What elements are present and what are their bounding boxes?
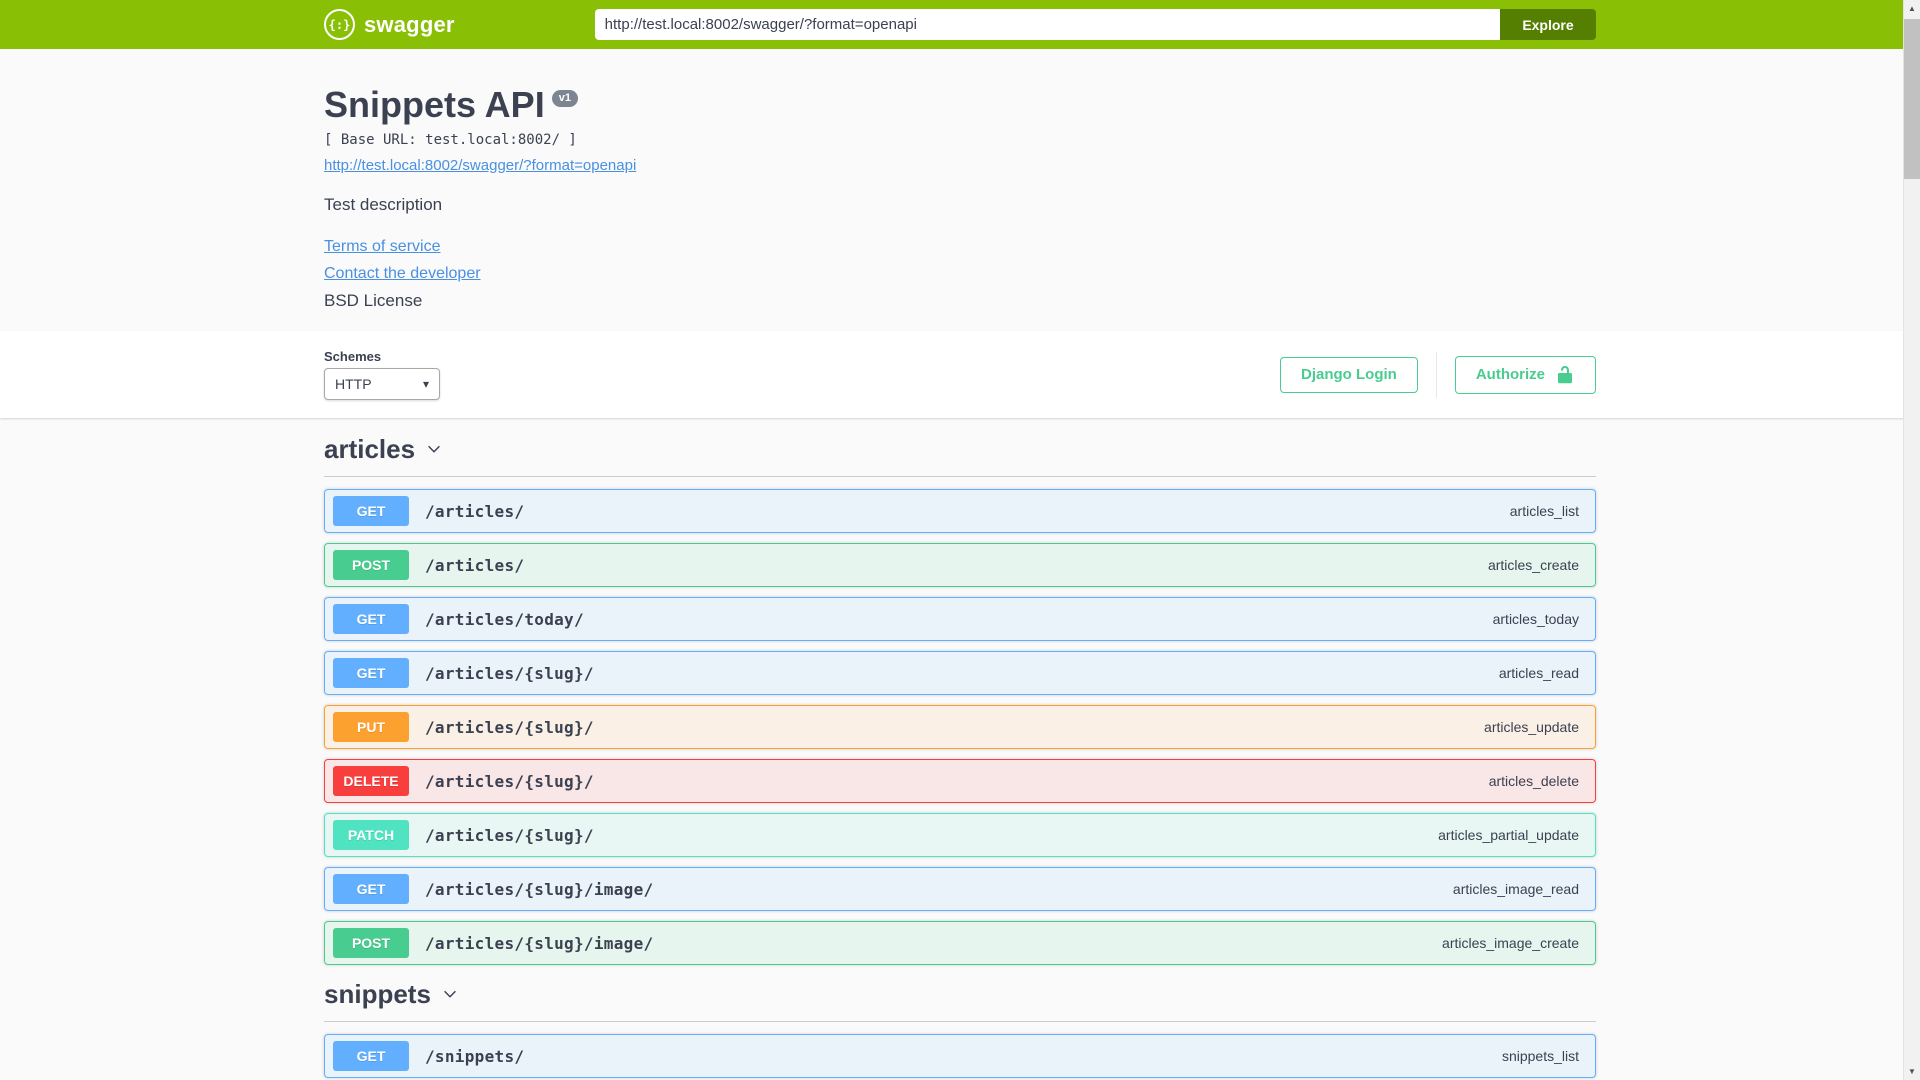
operation-path: /articles/{slug}/image/ <box>425 933 654 953</box>
operation-path: /articles/{slug}/ <box>425 663 594 683</box>
operation-path: /articles/{slug}/image/ <box>425 879 654 899</box>
swagger-brand: {:} swagger <box>324 9 455 40</box>
operation-row[interactable]: GET /articles/{slug}/image/ articles_ima… <box>324 867 1596 911</box>
operation-path: /articles/{slug}/ <box>425 717 594 737</box>
api-title: Snippets API v1 <box>324 83 1596 126</box>
method-badge-get: GET <box>333 496 409 526</box>
explore-button[interactable]: Explore <box>1500 9 1596 40</box>
method-badge-get: GET <box>333 604 409 634</box>
operation-row[interactable]: GET /articles/today/ articles_today <box>324 597 1596 641</box>
authorize-button[interactable]: Authorize <box>1454 355 1596 394</box>
method-badge-get: GET <box>333 874 409 904</box>
operation-path: /articles/ <box>425 501 525 521</box>
scroll-down-button[interactable]: ▼ <box>1904 1063 1920 1080</box>
operation-row[interactable]: POST /articles/{slug}/image/ articles_im… <box>324 921 1596 965</box>
operations-list: articles GET /articles/ articles_list PO… <box>324 418 1596 1078</box>
scheme-selected-value: HTTP <box>335 376 372 392</box>
method-badge-patch: PATCH <box>333 820 409 850</box>
vertical-scrollbar[interactable]: ▲ ▼ <box>1903 0 1920 1080</box>
scroll-down-icon: ▼ <box>1908 1067 1916 1076</box>
operation-id: articles_image_read <box>1452 881 1579 897</box>
swagger-logo-icon: {:} <box>324 9 355 40</box>
chevron-down-icon <box>428 445 440 453</box>
swagger-logo-glyph: {:} <box>328 17 351 32</box>
operation-id: articles_read <box>1498 665 1579 681</box>
operation-path: /articles/today/ <box>425 609 584 629</box>
operation-path: /articles/{slug}/ <box>425 771 594 791</box>
tag-header-snippets[interactable]: snippets <box>324 979 1596 1022</box>
info-section: Snippets API v1 [ Base URL: test.local:80… <box>0 49 1920 331</box>
tag-section-articles: articles GET /articles/ articles_list PO… <box>324 434 1596 965</box>
method-badge-delete: DELETE <box>333 766 409 796</box>
schemes-group: Schemes HTTP ▾ <box>324 349 440 400</box>
api-title-text: Snippets API <box>324 84 545 125</box>
operation-id: articles_delete <box>1488 773 1579 789</box>
scheme-bar: Schemes HTTP ▾ Django Login Authorize <box>0 331 1920 418</box>
operation-id: snippets_list <box>1501 1048 1579 1064</box>
tag-section-snippets: snippets GET /snippets/ snippets_list <box>324 979 1596 1078</box>
operation-id: articles_create <box>1487 557 1579 573</box>
operation-id: articles_image_create <box>1442 935 1579 951</box>
operation-path: /articles/ <box>425 555 525 575</box>
brand-title: swagger <box>364 11 455 37</box>
operation-path: /articles/{slug}/ <box>425 825 594 845</box>
django-login-button[interactable]: Django Login <box>1280 356 1418 393</box>
operation-row[interactable]: PUT /articles/{slug}/ articles_update <box>324 705 1596 749</box>
tag-label: snippets <box>324 979 431 1009</box>
method-badge-post: POST <box>333 928 409 958</box>
chevron-down-icon <box>444 990 456 998</box>
auth-wrapper: Django Login Authorize <box>1280 351 1596 398</box>
topbar: {:} swagger Explore <box>0 0 1920 49</box>
operation-id: articles_today <box>1492 611 1579 627</box>
spec-link[interactable]: http://test.local:8002/swagger/?format=o… <box>324 157 636 175</box>
authorize-label: Authorize <box>1475 365 1545 383</box>
method-badge-put: PUT <box>333 712 409 742</box>
tag-header-articles[interactable]: articles <box>324 434 1596 477</box>
operation-row[interactable]: GET /snippets/ snippets_list <box>324 1034 1596 1078</box>
api-description: Test description <box>324 195 443 214</box>
method-badge-get: GET <box>333 658 409 688</box>
base-url: [ Base URL: test.local:8002/ ] <box>324 132 577 148</box>
version-badge: v1 <box>551 90 578 107</box>
chevron-down-icon: ▾ <box>422 377 429 391</box>
schemes-label: Schemes <box>324 349 382 364</box>
operation-row[interactable]: DELETE /articles/{slug}/ articles_delete <box>324 759 1596 803</box>
operation-row[interactable]: POST /articles/ articles_create <box>324 543 1596 587</box>
operation-id: articles_update <box>1484 719 1579 735</box>
scroll-up-icon: ▲ <box>1908 4 1916 13</box>
django-login-label: Django Login <box>1301 365 1397 383</box>
auth-divider <box>1435 351 1437 398</box>
license-text: BSD License <box>324 291 423 310</box>
operation-row[interactable]: GET /articles/ articles_list <box>324 489 1596 533</box>
spec-url-form: Explore <box>594 9 1596 40</box>
tag-label: articles <box>324 434 416 464</box>
operation-id: articles_list <box>1509 503 1579 519</box>
operation-row[interactable]: GET /articles/{slug}/ articles_read <box>324 651 1596 695</box>
terms-of-service-link[interactable]: Terms of service <box>324 237 440 256</box>
spec-url-input[interactable] <box>594 9 1500 40</box>
scheme-select[interactable]: HTTP ▾ <box>324 368 440 400</box>
scroll-up-button[interactable]: ▲ <box>1904 0 1920 17</box>
scrollbar-thumb[interactable] <box>1904 19 1920 179</box>
operation-id: articles_partial_update <box>1438 827 1579 843</box>
method-badge-get: GET <box>333 1041 409 1071</box>
operation-path: /snippets/ <box>425 1046 525 1066</box>
contact-developer-link[interactable]: Contact the developer <box>324 264 481 283</box>
method-badge-post: POST <box>333 550 409 580</box>
operation-row[interactable]: PATCH /articles/{slug}/ articles_partial… <box>324 813 1596 857</box>
unlock-icon <box>1558 365 1572 383</box>
